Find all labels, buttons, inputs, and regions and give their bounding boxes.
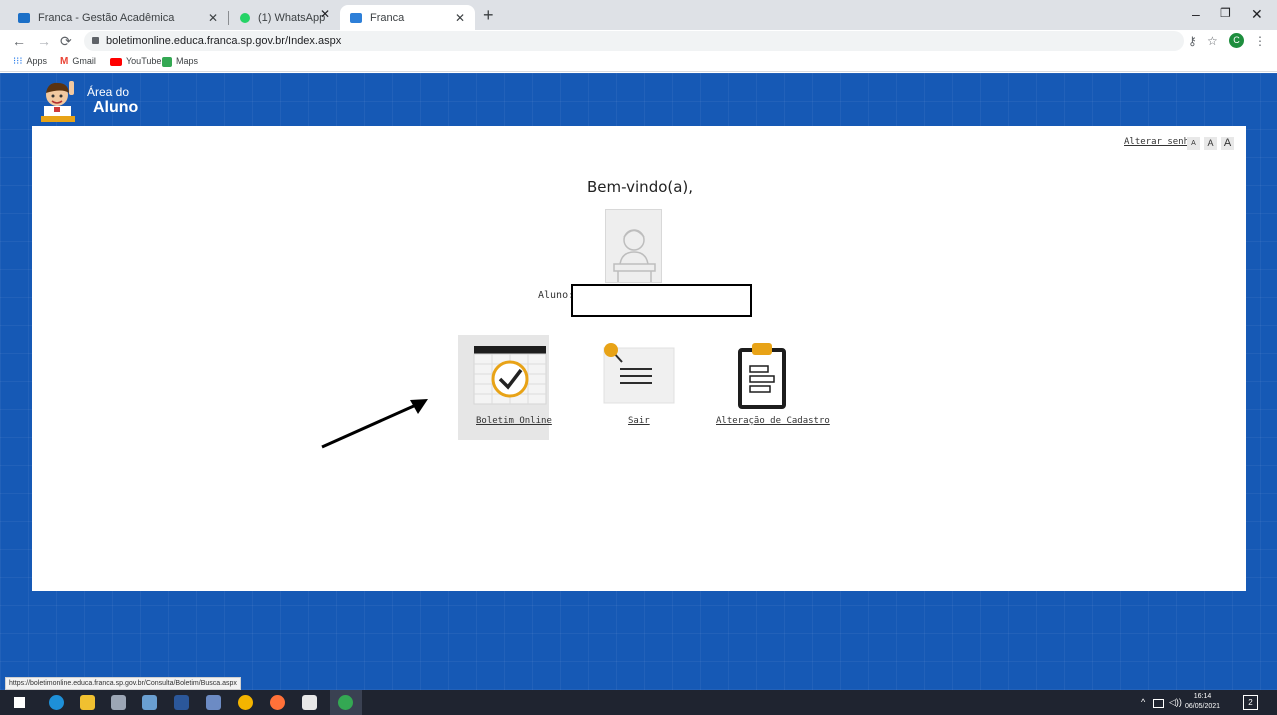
- new-tab-plus-icon[interactable]: +: [483, 5, 494, 25]
- font-size-large-button[interactable]: A: [1221, 137, 1234, 150]
- change-password-link[interactable]: Alterar senha: [1124, 137, 1194, 147]
- network-icon[interactable]: [1153, 699, 1164, 708]
- close-icon[interactable]: ✕: [320, 7, 330, 21]
- window-close-icon[interactable]: ✕: [1251, 6, 1263, 23]
- clock-time: 16:14: [1193, 693, 1212, 700]
- exit-note-icon: [603, 343, 675, 404]
- windows-taskbar: [0, 690, 1277, 715]
- tab-separator: [228, 11, 229, 25]
- bookmark-label: Gmail: [72, 56, 96, 66]
- profile-avatar[interactable]: C: [1229, 33, 1244, 48]
- menu-dots-icon[interactable]: ⋮: [1254, 33, 1266, 49]
- brand-line-1: Área do: [87, 85, 130, 99]
- tray-chevron-icon[interactable]: ^: [1141, 697, 1145, 707]
- bookmark-youtube[interactable]: YouTube: [110, 55, 161, 68]
- notification-icon[interactable]: 2: [1243, 695, 1258, 710]
- student-name-field: [571, 284, 752, 317]
- firefox-icon[interactable]: [270, 695, 285, 710]
- youtube-icon: [110, 57, 122, 66]
- franca-favicon-icon: [18, 12, 30, 23]
- bookmark-gmail[interactable]: M Gmail: [60, 55, 96, 68]
- area-do-aluno-brand: Área do Aluno: [87, 85, 139, 117]
- bookmark-label: Maps: [176, 56, 199, 66]
- volume-icon[interactable]: ◁)): [1169, 697, 1182, 708]
- bookmark-maps[interactable]: Maps: [162, 55, 198, 68]
- taskbar-app-icon[interactable]: [111, 695, 126, 710]
- back-arrow-icon[interactable]: ←: [12, 32, 26, 50]
- clock-date: 06/05/2021: [1185, 703, 1221, 710]
- gmail-icon: M: [60, 56, 69, 67]
- franca-favicon-icon: [350, 12, 362, 23]
- forward-arrow-icon[interactable]: →: [37, 32, 51, 50]
- bookmark-apps[interactable]: ⁝⁝⁝ Apps: [13, 55, 47, 68]
- whatsapp-icon: [240, 12, 250, 23]
- maps-pin-icon: [162, 56, 172, 67]
- close-icon[interactable]: ✕: [455, 11, 465, 25]
- mail-icon[interactable]: [302, 695, 317, 710]
- taskbar-clock[interactable]: 16:14 06/05/2021: [1185, 692, 1220, 712]
- url-text: boletimonline.educa.franca.sp.gov.br/Ind…: [106, 35, 342, 47]
- edge-icon[interactable]: [49, 695, 64, 710]
- url-field[interactable]: boletimonline.educa.franca.sp.gov.br/Ind…: [84, 31, 1184, 51]
- alteracao-cadastro-link[interactable]: Alteração de Cadastro: [716, 416, 830, 426]
- chrome-icon[interactable]: [338, 695, 353, 710]
- file-explorer-icon[interactable]: [80, 695, 95, 710]
- key-icon[interactable]: ⚷: [1188, 33, 1197, 49]
- status-url-tooltip: https://boletimonline.educa.franca.sp.go…: [5, 677, 241, 690]
- windows-start-icon[interactable]: [14, 697, 25, 708]
- taskbar-app-icon[interactable]: [206, 695, 221, 710]
- bookmarks-bar: ⁝⁝⁝ Apps M Gmail YouTube Maps: [0, 52, 1277, 72]
- apps-grid-icon: ⁝⁝⁝: [13, 56, 23, 67]
- student-mascot-icon: [41, 81, 75, 122]
- annotation-arrow: [321, 399, 428, 449]
- address-toolbar: ← → ⟳ boletimonline.educa.franca.sp.gov.…: [0, 30, 1277, 52]
- browser-tab-strip: Franca - Gestão Acadêmica ✕ (1) WhatsApp…: [0, 0, 1277, 30]
- active-app-slot[interactable]: [330, 690, 362, 715]
- restore-icon[interactable]: ❐: [1220, 6, 1231, 20]
- boletim-online-link[interactable]: Boletim Online: [476, 416, 552, 426]
- star-icon[interactable]: ☆: [1207, 33, 1218, 49]
- taskbar-app-icon[interactable]: [142, 695, 157, 710]
- sair-link[interactable]: Sair: [628, 416, 650, 426]
- lock-icon: [92, 37, 99, 44]
- tab-franca[interactable]: Franca ✕: [340, 5, 475, 30]
- reload-icon[interactable]: ⟳: [60, 32, 72, 50]
- font-size-small-button[interactable]: A: [1187, 137, 1200, 150]
- report-card-icon: [473, 346, 547, 405]
- font-size-medium-button[interactable]: A: [1204, 137, 1217, 150]
- clipboard-icon: [738, 343, 786, 409]
- minimize-icon[interactable]: –: [1192, 6, 1200, 22]
- close-icon[interactable]: ✕: [208, 11, 218, 25]
- student-photo: [605, 209, 662, 283]
- brand-line-2: Aluno: [93, 99, 139, 116]
- welcome-heading: Bem-vindo(a),: [587, 178, 694, 196]
- tab-title: Franca - Gestão Acadêmica: [38, 11, 175, 24]
- bookmark-label: Apps: [26, 56, 48, 66]
- bookmark-label: YouTube: [126, 56, 162, 66]
- tab-gestao-academica[interactable]: Franca - Gestão Acadêmica ✕: [8, 5, 228, 30]
- tab-title: Franca: [370, 11, 405, 24]
- tab-title: (1) WhatsApp: [258, 11, 326, 24]
- chrome-icon[interactable]: [238, 695, 253, 710]
- word-icon[interactable]: [174, 695, 189, 710]
- student-label: Aluno:: [538, 290, 575, 301]
- student-placeholder-icon: [613, 229, 656, 282]
